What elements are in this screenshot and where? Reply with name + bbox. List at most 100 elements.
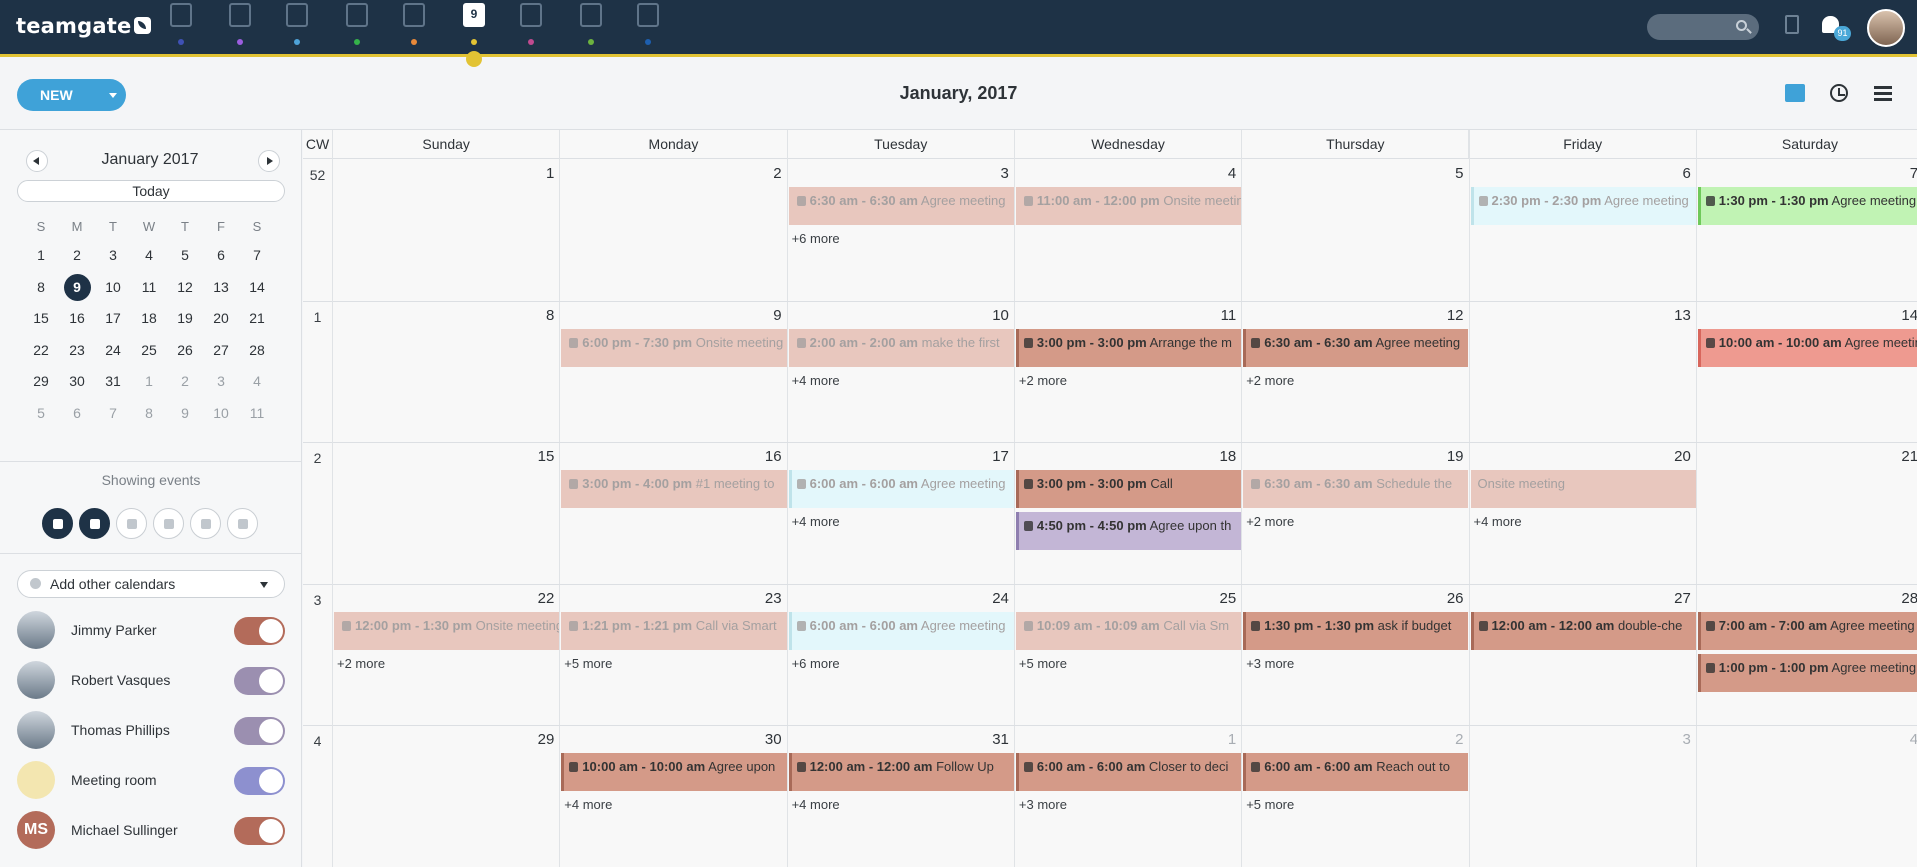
calendar-toggle[interactable] <box>234 667 285 695</box>
more-events-link[interactable]: +4 more <box>792 797 840 812</box>
calendar-event[interactable]: 1:30 pm - 1:30 pm Agree meeting <box>1697 187 1917 225</box>
mini-day[interactable]: 9 <box>167 398 203 430</box>
today-button[interactable]: Today <box>17 180 285 202</box>
megaphone-filter-icon[interactable] <box>190 508 221 539</box>
user-avatar[interactable] <box>1867 9 1905 47</box>
more-events-link[interactable]: +4 more <box>792 373 840 388</box>
mini-day[interactable]: 4 <box>239 366 275 398</box>
calendar-event[interactable]: 6:30 am - 6:30 am Agree meeting <box>788 187 1014 225</box>
calendar-event[interactable]: 6:00 am - 6:00 am Reach out to <box>1243 753 1469 792</box>
mini-day[interactable]: 20 <box>203 303 239 335</box>
mini-day[interactable]: 24 <box>95 335 131 367</box>
calendar-event[interactable]: 2:00 am - 2:00 am make the first <box>788 328 1014 367</box>
mini-day[interactable]: 19 <box>167 303 203 335</box>
mini-day[interactable]: 23 <box>59 335 95 367</box>
more-events-link[interactable]: +4 more <box>792 514 840 529</box>
calendar-event[interactable]: 6:00 pm - 7:30 pm Onsite meeting <box>561 328 787 367</box>
more-events-link[interactable]: +4 more <box>1474 514 1522 529</box>
nav-item-calendar[interactable]: 9 <box>457 3 491 49</box>
more-events-link[interactable]: +4 more <box>564 797 612 812</box>
mini-day[interactable]: 5 <box>23 398 59 430</box>
calendar-event[interactable]: 6:30 am - 6:30 am Agree meeting <box>1243 328 1469 367</box>
more-events-link[interactable]: +5 more <box>564 656 612 671</box>
nav-item-target[interactable] <box>223 3 257 49</box>
document-icon[interactable] <box>1785 15 1799 34</box>
mini-day[interactable]: 5 <box>167 240 203 272</box>
nav-item-building[interactable] <box>280 3 314 49</box>
calendar-event[interactable]: 3:00 pm - 4:00 pm #1 meeting to <box>561 470 787 509</box>
mini-day[interactable]: 10 <box>203 398 239 430</box>
task-filter-icon[interactable] <box>116 508 147 539</box>
more-events-link[interactable]: +2 more <box>337 656 385 671</box>
phone-filter-icon[interactable] <box>79 508 110 539</box>
calendar-event[interactable]: 7:00 am - 7:00 am Agree meeting <box>1697 611 1917 650</box>
calendar-event[interactable]: 12:00 pm - 1:30 pm Onsite meeting <box>334 611 560 650</box>
more-events-link[interactable]: +2 more <box>1246 514 1294 529</box>
calendar-event[interactable]: 10:00 am - 10:00 am Agree meeting <box>1697 328 1917 367</box>
mini-day[interactable]: 15 <box>23 303 59 335</box>
menu-icon[interactable] <box>1874 86 1892 101</box>
calendar-event[interactable]: 11:00 am - 12:00 pm Onsite meeting <box>1015 187 1242 225</box>
mini-day[interactable]: 3 <box>95 240 131 272</box>
calendar-event[interactable]: 4:50 pm - 4:50 pm Agree upon th <box>1015 512 1242 551</box>
nav-item-inbox[interactable] <box>514 3 548 49</box>
calendar-event[interactable]: 6:00 am - 6:00 am Agree meeting <box>788 470 1014 509</box>
mini-day[interactable]: 27 <box>203 335 239 367</box>
nav-item-clipboard[interactable] <box>574 3 608 49</box>
mini-day[interactable]: 4 <box>131 240 167 272</box>
prev-month-button[interactable] <box>26 150 48 172</box>
more-events-link[interactable]: +6 more <box>792 656 840 671</box>
more-events-link[interactable]: +2 more <box>1019 373 1067 388</box>
teamgate-logo[interactable]: teamgate <box>16 14 152 38</box>
mini-day[interactable]: 1 <box>131 366 167 398</box>
calendar-event[interactable]: 1:00 pm - 1:00 pm Agree meeting <box>1697 653 1917 692</box>
calendar-event[interactable]: 1:21 pm - 1:21 pm Call via Smart <box>561 611 787 650</box>
email-filter-icon[interactable] <box>153 508 184 539</box>
nav-item-dashboard[interactable] <box>164 3 198 49</box>
nav-item-person[interactable] <box>340 3 374 49</box>
mini-day[interactable]: 6 <box>59 398 95 430</box>
mini-day[interactable]: 18 <box>131 303 167 335</box>
calendar-event[interactable]: 2:30 pm - 2:30 pm Agree meeting <box>1470 187 1696 225</box>
calendar-event[interactable]: 3:00 pm - 3:00 pm Call <box>1015 470 1242 509</box>
mini-day[interactable]: 6 <box>203 240 239 272</box>
mini-day[interactable]: 12 <box>167 272 203 304</box>
mini-day[interactable]: 16 <box>59 303 95 335</box>
next-month-button[interactable] <box>258 150 280 172</box>
calendar-event[interactable]: 6:30 am - 6:30 am Schedule the <box>1243 470 1469 509</box>
calendar-filter-icon[interactable] <box>42 508 73 539</box>
nav-item-briefcase[interactable] <box>397 3 431 49</box>
clock-icon[interactable] <box>1830 84 1848 102</box>
search-input[interactable] <box>1647 14 1759 40</box>
mini-day[interactable]: 14 <box>239 272 275 304</box>
more-events-link[interactable]: +2 more <box>1246 373 1294 388</box>
calendar-event[interactable]: 10:00 am - 10:00 am Agree upon <box>561 753 787 792</box>
mini-day[interactable]: 17 <box>95 303 131 335</box>
mini-day[interactable]: 3 <box>203 366 239 398</box>
mini-day[interactable]: 11 <box>239 398 275 430</box>
calendar-event[interactable]: 1:30 pm - 1:30 pm ask if budget <box>1243 611 1469 650</box>
mini-day[interactable]: 10 <box>95 272 131 304</box>
mini-day[interactable]: 26 <box>167 335 203 367</box>
mini-day[interactable]: 21 <box>239 303 275 335</box>
mini-day[interactable]: 28 <box>239 335 275 367</box>
mini-day[interactable]: 30 <box>59 366 95 398</box>
mini-day[interactable]: 2 <box>167 366 203 398</box>
calendar-event[interactable]: 3:00 pm - 3:00 pm Arrange the m <box>1015 328 1242 367</box>
mini-day[interactable]: 1 <box>23 240 59 272</box>
calendar-event[interactable]: 12:00 am - 12:00 am Follow Up <box>788 753 1014 792</box>
calendar-toggle[interactable] <box>234 817 285 845</box>
more-events-link[interactable]: +6 more <box>792 231 840 246</box>
more-events-link[interactable]: +5 more <box>1246 797 1294 812</box>
mini-day[interactable]: 8 <box>131 398 167 430</box>
mini-day[interactable]: 8 <box>23 272 59 304</box>
calendar-view-icon[interactable] <box>1785 84 1805 102</box>
nav-item-chart[interactable] <box>631 3 665 49</box>
more-events-link[interactable]: +5 more <box>1019 656 1067 671</box>
calendar-event[interactable]: Onsite meeting <box>1470 470 1696 509</box>
add-calendars-select[interactable]: Add other calendars <box>17 570 285 598</box>
mini-day[interactable]: 31 <box>95 366 131 398</box>
mini-day[interactable]: 25 <box>131 335 167 367</box>
mini-day[interactable]: 7 <box>239 240 275 272</box>
mini-day[interactable]: 13 <box>203 272 239 304</box>
